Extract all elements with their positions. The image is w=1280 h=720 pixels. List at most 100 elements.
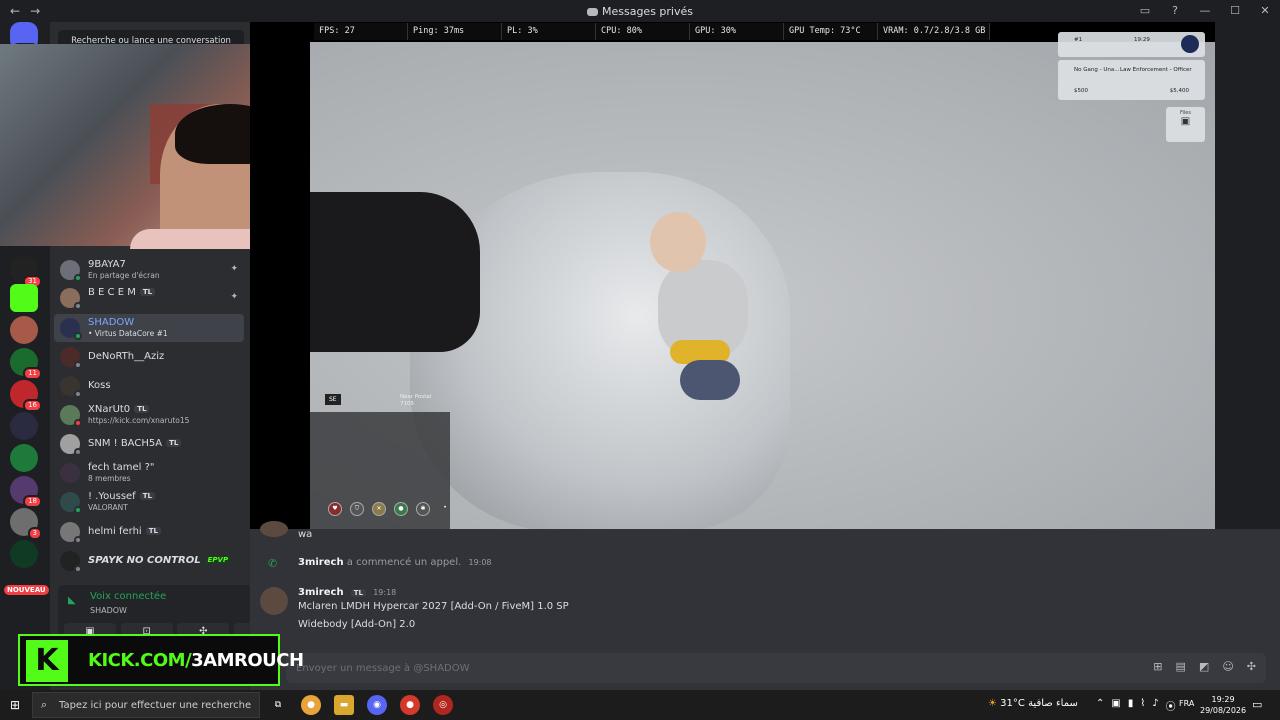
avatar: [60, 318, 82, 340]
minimize-button[interactable]: —: [1190, 0, 1220, 22]
weather-widget[interactable]: ☀ 31°C سماء صافية: [988, 698, 1078, 709]
dm-item-name: fech tamel ?": [88, 462, 155, 473]
server-red[interactable]: 16: [10, 380, 42, 412]
message-author[interactable]: 3mirech: [298, 587, 344, 598]
dm-item[interactable]: helmi ferhi TL: [54, 518, 244, 546]
hud-id-box: #1 19:29: [1058, 32, 1205, 57]
status-dot: [74, 274, 82, 282]
message-text: Widebody [Add-On] 2.0: [298, 619, 416, 630]
emoji-icon[interactable]: ☺: [1222, 660, 1233, 673]
back-button[interactable]: ←: [10, 4, 20, 18]
clock-date: 29/08/2026: [1200, 706, 1247, 715]
sticker-icon[interactable]: ◩: [1199, 660, 1209, 673]
server-face[interactable]: [10, 316, 38, 344]
cash-value: $500: [1074, 88, 1088, 94]
dm-item[interactable]: DeNoRTh__Aziz: [54, 343, 244, 371]
compass-label: SE: [325, 394, 341, 405]
language-indicator[interactable]: FRA: [1179, 699, 1194, 708]
message-input[interactable]: [296, 653, 1076, 683]
gif-icon[interactable]: ▤: [1176, 660, 1186, 673]
taskbar-clock[interactable]: 19:29 29/08/2026: [1200, 694, 1246, 716]
dm-item-sub: 8 membres: [88, 474, 131, 483]
file-explorer-icon[interactable]: ▬: [334, 695, 354, 715]
taskbar: ⊞ ⌕ Tapez ici pour effectuer une recherc…: [0, 690, 1280, 720]
server-globe[interactable]: [10, 444, 38, 472]
battery-icon[interactable]: ▮: [1128, 698, 1134, 713]
dm-item[interactable]: SNM ! BACH5A TL: [54, 430, 244, 458]
files-widget: Files ▣: [1166, 107, 1205, 142]
message-time: 19:18: [373, 588, 397, 597]
apps-icon[interactable]: ✣: [1247, 660, 1256, 673]
dm-item-active[interactable]: SHADOW • Virtus DataCore #1: [54, 314, 244, 342]
taskbar-apps: ⧉ ● ▬ ◉ ● ◎: [268, 695, 453, 715]
server-logo: [1181, 35, 1199, 53]
game-scene: SE Near Postal 7105 ♥ ⛉ ✕ ● ✱ •: [310, 42, 1215, 529]
obs-icon[interactable]: ◎: [433, 695, 453, 715]
dm-item[interactable]: Koss: [54, 372, 244, 400]
dm-item[interactable]: SPAYK NO CONTROL EPVP: [54, 547, 244, 575]
phone-icon: ✆: [268, 557, 278, 570]
forward-button[interactable]: →: [30, 4, 40, 18]
tag-badge: TL: [139, 492, 155, 500]
water-icon: ●: [394, 502, 408, 516]
dm-item[interactable]: ! .Youssef TL VALORANT: [54, 488, 244, 516]
dm-item-name: Koss: [88, 380, 111, 391]
speaker-icon[interactable]: ♪: [1152, 698, 1158, 713]
dm-item-name-text: helmi ferhi: [88, 526, 142, 537]
server-dark[interactable]: [10, 412, 38, 440]
mic-icon[interactable]: ⦿: [1166, 698, 1176, 713]
kick-logo: K: [26, 640, 68, 682]
message-header: 3mirech TL 19:18: [298, 587, 396, 598]
avatar: [260, 521, 288, 537]
discord-taskbar-icon[interactable]: ◉: [367, 695, 387, 715]
close-button[interactable]: ✕: [1250, 0, 1280, 22]
dm-item-name: helmi ferhi TL: [88, 526, 161, 537]
server-skull[interactable]: 3: [10, 508, 42, 540]
dm-item-name: DeNoRTh__Aziz: [88, 351, 165, 362]
message-author[interactable]: 3mirech: [298, 557, 344, 568]
avatar[interactable]: [260, 587, 288, 615]
server-clutch[interactable]: 31: [10, 256, 42, 288]
packet-loss-readout: PL: 3%: [502, 23, 596, 40]
notification-icon[interactable]: ▭: [1252, 698, 1262, 711]
network-icon[interactable]: ⌇: [1140, 698, 1145, 713]
help-icon[interactable]: ?: [1160, 0, 1190, 22]
status-icons: ♥ ⛉ ✕ ● ✱ •: [328, 502, 452, 516]
gpu-temp-readout: GPU Temp: 73°C: [784, 23, 878, 40]
chrome-icon[interactable]: ●: [301, 695, 321, 715]
job-value: Law Enforcement - Officer: [1120, 67, 1192, 73]
dm-item-sub: En partage d'écran: [88, 271, 160, 280]
server-kick[interactable]: [10, 284, 38, 312]
dm-item[interactable]: B E C E M TL ✦: [54, 284, 244, 312]
chrome-profile-icon[interactable]: ●: [400, 695, 420, 715]
character-head: [650, 212, 706, 272]
task-view-icon[interactable]: ⧉: [268, 695, 288, 715]
performance-overlay: FPS: 27 Ping: 37ms PL: 3% CPU: 80% GPU: …: [314, 23, 990, 40]
meet-icon[interactable]: ▣: [1111, 698, 1120, 713]
server-purple[interactable]: 18: [10, 476, 42, 508]
voice-status[interactable]: Voix connectée: [90, 591, 166, 602]
taskbar-search-text: Tapez ici pour effectuer une recherche: [59, 700, 252, 711]
server-badge: 11: [23, 367, 42, 380]
inbox-icon[interactable]: ▭: [1130, 0, 1160, 22]
server-green[interactable]: 11: [10, 348, 42, 380]
server-esport[interactable]: [10, 540, 38, 568]
status-dot: [74, 565, 82, 573]
dm-item-name: 9BAYA7: [88, 259, 126, 270]
dm-item[interactable]: 9BAYA7 En partage d'écran ✦: [54, 256, 244, 284]
message-time: 19:08: [468, 558, 492, 567]
player-id: #1: [1074, 37, 1083, 43]
maximize-button[interactable]: ☐: [1220, 0, 1250, 22]
system-tray: ⌃ ▣ ▮ ⌇ ♪ ⦿: [1096, 698, 1176, 713]
avatar: [60, 463, 80, 483]
kick-domain: KICK.COM/: [88, 650, 192, 671]
dm-item[interactable]: XNarUt0 TL https://kick.com/xnaruto15: [54, 401, 244, 429]
tray-expand-icon[interactable]: ⌃: [1096, 698, 1104, 713]
dm-item[interactable]: fech tamel ?" 8 membres: [54, 459, 244, 487]
pin-icon[interactable]: ✦: [230, 264, 238, 274]
pin-icon[interactable]: ✦: [230, 292, 238, 302]
taskbar-search[interactable]: ⌕ Tapez ici pour effectuer une recherche: [32, 692, 260, 718]
avatar: [60, 376, 82, 398]
gift-icon[interactable]: ⊞: [1153, 660, 1162, 673]
windows-start-icon[interactable]: ⊞: [10, 698, 20, 712]
